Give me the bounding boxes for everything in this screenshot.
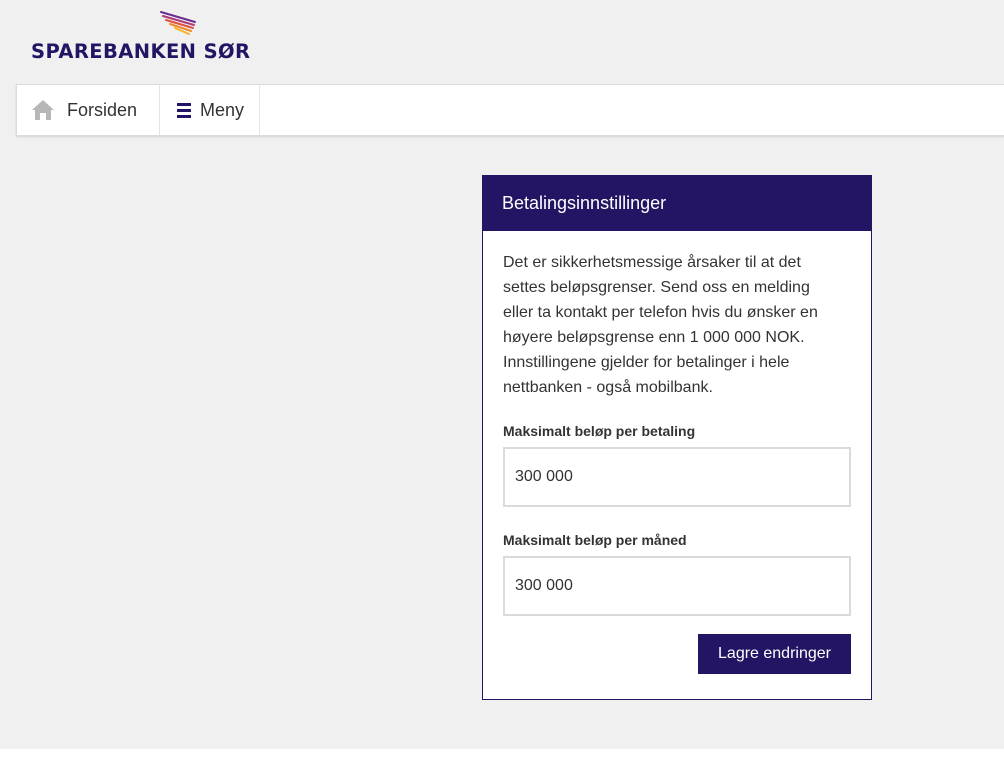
payment-settings-card: Betalingsinnstillinger Det er sikkerhets… — [482, 175, 872, 700]
brand-name: SPAREBANKEN SØR — [31, 40, 251, 63]
max-per-payment-input[interactable] — [503, 447, 851, 507]
card-body: Det er sikkerhetsmessige årsaker til at … — [483, 231, 871, 616]
nav-home[interactable]: Forsiden — [17, 85, 160, 135]
main-navigation: Forsiden Meny — [16, 84, 1004, 136]
page: SPAREBANKEN SØR Forsiden Meny Betalingsi… — [0, 0, 1004, 763]
logo-stripes-icon — [160, 11, 196, 35]
home-icon — [32, 100, 54, 120]
max-per-month-label: Maksimalt beløp per måned — [503, 532, 687, 548]
card-title: Betalingsinnstillinger — [483, 176, 871, 231]
bank-logo[interactable]: SPAREBANKEN SØR — [31, 10, 251, 65]
nav-menu-label: Meny — [200, 99, 245, 120]
save-changes-button[interactable]: Lagre endringer — [698, 634, 851, 674]
nav-home-label: Forsiden — [67, 99, 138, 120]
max-per-month-input[interactable] — [503, 556, 851, 616]
hamburger-menu-icon — [177, 103, 191, 118]
footer-strip — [0, 749, 1004, 763]
nav-menu[interactable]: Meny — [160, 85, 260, 135]
info-text: Det er sikkerhetsmessige årsaker til at … — [503, 254, 818, 396]
max-per-payment-label: Maksimalt beløp per betaling — [503, 423, 696, 439]
